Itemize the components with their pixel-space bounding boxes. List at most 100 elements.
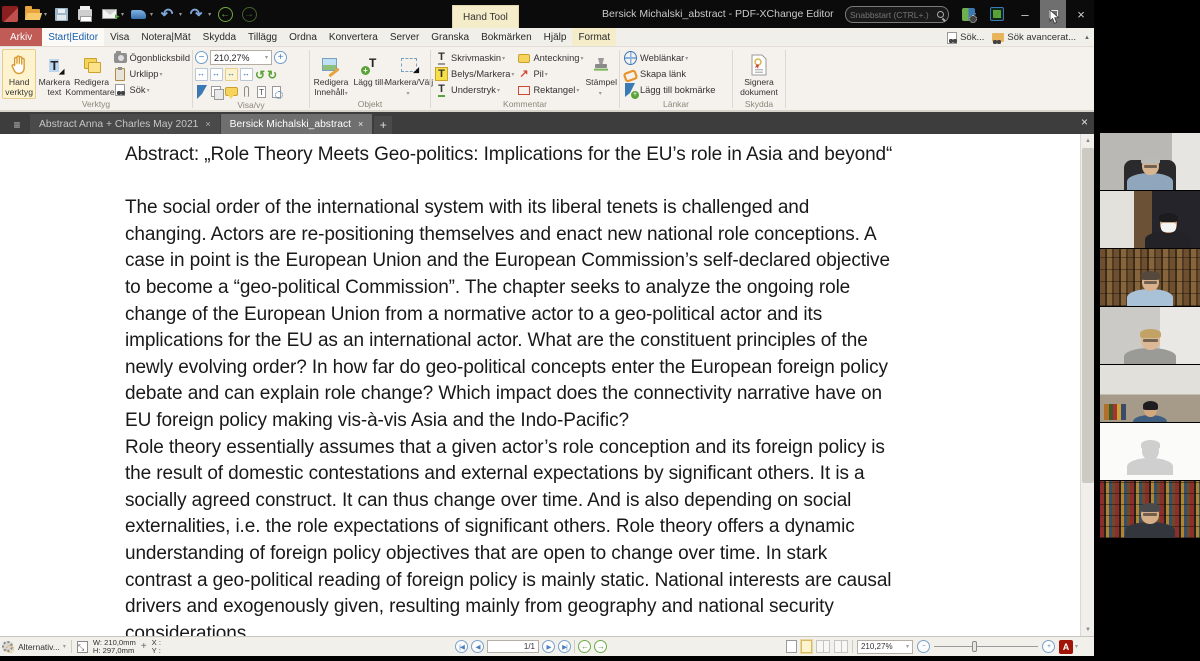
weblinks-button[interactable]: Weblänkar▾ xyxy=(624,51,715,65)
attachments-panel-icon[interactable] xyxy=(244,86,249,97)
typewriter-button[interactable]: TSkrivmaskin▾ xyxy=(435,51,514,65)
next-page-button[interactable]: ▶ xyxy=(542,640,555,653)
document-page[interactable]: Abstract: „Role Theory Meets Geo-politic… xyxy=(0,134,1094,636)
fit-visible-button[interactable] xyxy=(240,68,253,81)
close-tab-icon[interactable]: × xyxy=(205,119,210,129)
document-tab-2[interactable]: Bersick Michalski_abstract × xyxy=(221,114,373,134)
search-button[interactable]: Sök... xyxy=(947,32,984,44)
fit-page-button[interactable] xyxy=(210,68,223,81)
scroll-up-icon[interactable]: ▲ xyxy=(1081,134,1094,147)
tab-bokmarken[interactable]: Bokmärken xyxy=(475,28,538,46)
close-tab-icon[interactable]: × xyxy=(358,119,363,129)
first-page-button[interactable]: |◀ xyxy=(455,640,468,653)
search-tool-button[interactable]: Sök▾ xyxy=(114,83,190,97)
sign-document-button[interactable]: Signera dokument xyxy=(736,49,782,99)
two-page-layout-button[interactable] xyxy=(816,640,830,653)
thumbnails-panel-icon[interactable] xyxy=(211,86,223,98)
page-number-field[interactable]: 1/1 xyxy=(487,640,539,653)
highlight-button[interactable]: TBelys/Markera▾ xyxy=(435,67,514,81)
fields-panel-icon[interactable]: T xyxy=(257,86,266,98)
quickstart-search[interactable] xyxy=(845,6,949,23)
add-object-button[interactable]: Lägg till ▾ xyxy=(351,49,389,99)
tab-skydda[interactable]: Skydda xyxy=(197,28,242,46)
single-page-layout-button[interactable] xyxy=(786,640,797,653)
stamp-button[interactable]: Stämpel ▾ xyxy=(584,49,618,99)
participant-video-4[interactable] xyxy=(1100,307,1200,364)
undo-button[interactable]: ↶ xyxy=(157,4,177,24)
rotate-right-button[interactable]: ↻ xyxy=(267,69,277,81)
properties-panel-icon[interactable] xyxy=(272,86,281,98)
minimize-button[interactable]: – xyxy=(1012,0,1038,28)
edit-content-button[interactable]: Redigera Innehåll ▾ xyxy=(312,49,350,99)
participant-video-3[interactable] xyxy=(1100,249,1200,306)
edit-comments-button[interactable]: Redigera Kommentarer xyxy=(73,49,111,99)
fullscreen-button[interactable] xyxy=(986,5,1008,23)
modules-button[interactable]: ▾ xyxy=(958,5,980,23)
participant-video-2[interactable] xyxy=(1100,191,1200,248)
fit-width-button[interactable] xyxy=(225,68,238,81)
close-document-button[interactable]: × xyxy=(1081,115,1088,129)
print-button[interactable] xyxy=(75,4,95,24)
continuous-layout-button[interactable] xyxy=(801,640,812,653)
add-bookmark-button[interactable]: Lägg till bokmärke xyxy=(624,83,715,97)
open-file-button[interactable] xyxy=(22,4,42,24)
zoom-slider-thumb[interactable] xyxy=(972,641,977,652)
comments-panel-icon[interactable] xyxy=(225,87,238,96)
hand-tool-button[interactable]: Hand verktyg xyxy=(2,49,36,99)
close-window-button[interactable]: × xyxy=(1068,0,1094,28)
participant-avatar-placeholder[interactable] xyxy=(1100,423,1200,480)
scan-button[interactable] xyxy=(128,4,148,24)
bookmarks-panel-icon[interactable] xyxy=(197,85,207,99)
document-list-menu-icon[interactable]: ≡ xyxy=(6,116,28,134)
history-forward-button[interactable]: → xyxy=(594,640,607,653)
participant-video-1[interactable] xyxy=(1100,133,1200,190)
vertical-scrollbar[interactable]: ▲ ▼ xyxy=(1080,134,1094,636)
collapse-ribbon-icon[interactable]: ▲ xyxy=(1084,35,1090,41)
two-page-continuous-layout-button[interactable] xyxy=(834,640,848,653)
tab-server[interactable]: Server xyxy=(384,28,425,46)
tab-hjalp[interactable]: Hjälp xyxy=(538,28,573,46)
options-dropdown[interactable]: Alternativ... xyxy=(18,642,60,652)
zoom-slider[interactable] xyxy=(934,640,1038,653)
arrow-tool-button[interactable]: ↗Pil▾ xyxy=(517,67,583,81)
snapshot-button[interactable]: Ögonblicksbild xyxy=(114,51,190,65)
actual-size-button[interactable] xyxy=(195,68,208,81)
nav-back-button[interactable]: ← xyxy=(215,4,235,24)
quickstart-search-input[interactable] xyxy=(850,10,937,20)
create-link-button[interactable]: Skapa länk xyxy=(624,67,715,81)
scroll-down-icon[interactable]: ▼ xyxy=(1081,623,1094,636)
email-button[interactable] xyxy=(99,4,119,24)
tab-visa[interactable]: Visa xyxy=(104,28,135,46)
zoom-out-button[interactable]: − xyxy=(195,51,208,64)
underline-button[interactable]: TUnderstryk▾ xyxy=(435,83,514,97)
scrollbar-thumb[interactable] xyxy=(1082,148,1094,483)
tab-tillagg[interactable]: Tillägg xyxy=(242,28,283,46)
new-tab-button[interactable]: + xyxy=(374,116,392,134)
tab-ordna[interactable]: Ordna xyxy=(283,28,323,46)
rotate-left-button[interactable]: ↺ xyxy=(255,69,265,81)
participant-video-7[interactable] xyxy=(1100,481,1200,538)
tab-arkiv[interactable]: Arkiv xyxy=(0,28,42,46)
tab-granska[interactable]: Granska xyxy=(425,28,475,46)
redo-button[interactable]: ↷ xyxy=(186,4,206,24)
history-back-button[interactable]: ← xyxy=(578,640,591,653)
rectangle-tool-button[interactable]: Rektangel▾ xyxy=(517,83,583,97)
clipboard-button[interactable]: Urklipp▾ xyxy=(114,67,190,81)
advanced-search-button[interactable]: Sök avancerat... xyxy=(992,32,1076,43)
nav-forward-button[interactable]: → xyxy=(239,4,259,24)
zoom-in-button[interactable]: + xyxy=(274,51,287,64)
sticky-note-button[interactable]: Anteckning▾ xyxy=(517,51,583,65)
tab-konvertera[interactable]: Konvertera xyxy=(323,28,384,46)
tab-start-editor[interactable]: Start|Editor xyxy=(42,28,104,46)
adobe-reader-icon[interactable]: A xyxy=(1059,640,1073,654)
zoom-in-button-status[interactable]: + xyxy=(1042,640,1055,653)
document-tab-1[interactable]: Abstract Anna + Charles May 2021 × xyxy=(30,114,220,134)
select-object-button[interactable]: Markera/Välj ▾ xyxy=(390,49,428,99)
tab-notera-mat[interactable]: Notera|Mät xyxy=(135,28,196,46)
ribbon-zoom-combo[interactable]: 210,27%▾ xyxy=(210,50,272,65)
previous-page-button[interactable]: ◀ xyxy=(471,640,484,653)
tab-format[interactable]: Format xyxy=(572,28,616,46)
last-page-button[interactable]: ▶| xyxy=(558,640,571,653)
save-button[interactable] xyxy=(51,4,71,24)
participant-video-5[interactable] xyxy=(1100,365,1200,422)
